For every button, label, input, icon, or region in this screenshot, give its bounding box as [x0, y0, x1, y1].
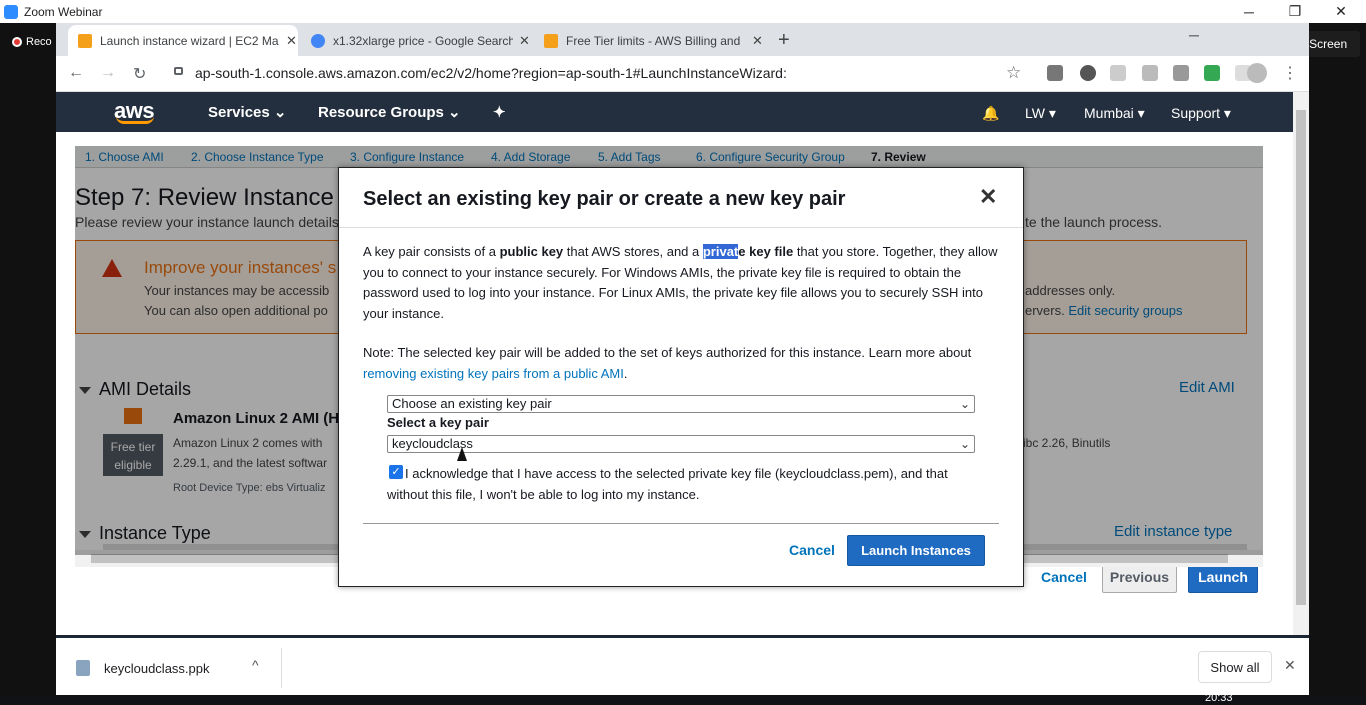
page-vertical-scrollbar[interactable]: [1293, 92, 1309, 635]
download-item[interactable]: keycloudclass.ppk: [104, 661, 210, 676]
show-all-button[interactable]: Show all: [1198, 651, 1272, 683]
dialog-title: Select an existing key pair or create a …: [363, 188, 846, 210]
lock-icon: [174, 67, 183, 75]
tab-close-icon[interactable]: ✕: [752, 33, 763, 49]
windows-taskbar: 20:33: [0, 692, 1366, 705]
key-pair-dialog: Select an existing key pair or create a …: [338, 167, 1024, 587]
para-text: that AWS stores, and a: [563, 244, 703, 259]
acknowledge-checkbox[interactable]: ✓: [389, 465, 403, 479]
key-pair-note: Note: The selected key pair will be adde…: [363, 343, 1003, 384]
close-icon[interactable]: ✕: [979, 184, 997, 210]
profile-avatar[interactable]: [1247, 63, 1267, 83]
tab-close-icon[interactable]: ✕: [286, 33, 297, 49]
aws-favicon-icon: [78, 33, 92, 48]
tab-ec2-wizard[interactable]: Launch instance wizard | EC2 Ma ✕: [68, 25, 298, 56]
aws-logo-smile: [116, 116, 154, 124]
services-menu[interactable]: Services ⌄: [208, 103, 286, 121]
tab-google-search[interactable]: x1.32xlarge price - Google Search ✕: [301, 25, 531, 56]
selected-text: privat: [702, 244, 739, 259]
recording-label: Reco: [26, 36, 52, 48]
back-button[interactable]: ←: [68, 64, 84, 82]
key-pair-explanation: A key pair consists of a public key that…: [363, 242, 1003, 324]
chevron-down-icon: ⌄: [959, 437, 970, 451]
pin-icon[interactable]: ✦: [493, 103, 506, 121]
chevron-down-icon: ⌄: [959, 397, 970, 411]
tab-strip: Launch instance wizard | EC2 Ma ✕ x1.32x…: [56, 23, 1309, 56]
tab-strip-minimize-icon[interactable]: ─: [1189, 27, 1199, 43]
select-value: Choose an existing key pair: [392, 396, 552, 411]
aws-top-nav: aws Services ⌄ Resource Groups ⌄ ✦ 🔔 LW …: [56, 92, 1293, 132]
page-content: aws Services ⌄ Resource Groups ⌄ ✦ 🔔 LW …: [56, 92, 1309, 635]
note-text: .: [623, 365, 628, 381]
zoom-app-icon: [4, 4, 18, 19]
mouse-cursor-icon: [457, 447, 467, 461]
minimize-button[interactable]: ─: [1226, 0, 1272, 23]
bookmark-star-icon[interactable]: ☆: [1006, 63, 1021, 83]
account-menu[interactable]: LW ▾: [1025, 105, 1056, 122]
remove-key-pairs-link[interactable]: removing existing key pairs from a publi…: [363, 366, 624, 381]
taskbar-clock: 20:33: [1205, 692, 1233, 704]
resource-groups-menu[interactable]: Resource Groups ⌄: [318, 103, 461, 121]
key-pair-option-select[interactable]: Choose an existing key pair ⌄: [387, 395, 975, 413]
key-pair-select[interactable]: keycloudclass ⌄: [387, 435, 975, 453]
tab-free-tier[interactable]: Free Tier limits - AWS Billing and ✕: [534, 25, 764, 56]
zoom-left-margin: [0, 23, 56, 705]
scrollbar-thumb[interactable]: [1296, 110, 1306, 605]
extension-icon[interactable]: [1173, 65, 1189, 81]
forward-button[interactable]: →: [100, 64, 116, 82]
extension-icon[interactable]: [1204, 65, 1220, 81]
download-bar: keycloudclass.ppk ^ Show all ✕: [56, 635, 1309, 695]
restore-button[interactable]: ❐: [1272, 0, 1318, 23]
tab-label: Free Tier limits - AWS Billing and: [566, 33, 741, 48]
zoom-title-bar: Zoom Webinar ─ ❐ ✕: [0, 0, 1366, 23]
close-window-button[interactable]: ✕: [1318, 0, 1364, 23]
dialog-header: Select an existing key pair or create a …: [339, 168, 1023, 228]
select-key-pair-label: Select a key pair: [387, 415, 489, 430]
address-bar[interactable]: ap-south-1.console.aws.amazon.com/ec2/v2…: [195, 65, 787, 81]
para-bold: public key: [499, 244, 564, 259]
extension-icon[interactable]: [1110, 65, 1126, 81]
tab-label: Launch instance wizard | EC2 Ma: [100, 33, 279, 48]
region-menu[interactable]: Mumbai ▾: [1084, 105, 1145, 122]
close-download-bar-icon[interactable]: ✕: [1284, 657, 1296, 674]
record-icon: [12, 37, 22, 47]
extension-icon[interactable]: [1047, 65, 1063, 81]
browser-menu-icon[interactable]: ⋮: [1282, 63, 1298, 83]
zoom-right-margin: [1309, 23, 1366, 705]
dialog-divider: [363, 523, 999, 524]
dialog-cancel-button[interactable]: Cancel: [789, 542, 835, 558]
support-menu[interactable]: Support ▾: [1171, 105, 1231, 122]
browser-toolbar: ← → ↻ ap-south-1.console.aws.amazon.com/…: [56, 56, 1309, 92]
file-icon: [76, 660, 90, 676]
tab-close-icon[interactable]: ✕: [519, 33, 530, 49]
note-text: Note: The selected key pair will be adde…: [363, 345, 972, 360]
extension-icon[interactable]: [1080, 65, 1096, 81]
aws-docs-favicon-icon: [544, 33, 558, 48]
new-tab-button[interactable]: +: [778, 29, 790, 52]
para-text: A key pair consists of a: [363, 244, 500, 259]
browser-window: Launch instance wizard | EC2 Ma ✕ x1.32x…: [56, 23, 1309, 635]
reload-button[interactable]: ↻: [133, 64, 146, 84]
tab-label: x1.32xlarge price - Google Search: [333, 33, 513, 48]
notifications-bell-icon[interactable]: 🔔: [982, 105, 999, 122]
divider: [281, 648, 282, 688]
google-favicon-icon: [311, 33, 325, 48]
acknowledge-text: I acknowledge that I have access to the …: [387, 466, 948, 502]
window-title: Zoom Webinar: [24, 4, 103, 19]
chevron-up-icon[interactable]: ^: [252, 657, 259, 673]
extension-icon[interactable]: [1142, 65, 1158, 81]
para-bold: e key file: [738, 244, 794, 259]
recording-indicator: Reco: [12, 36, 52, 48]
launch-instances-button[interactable]: Launch Instances: [847, 535, 985, 566]
